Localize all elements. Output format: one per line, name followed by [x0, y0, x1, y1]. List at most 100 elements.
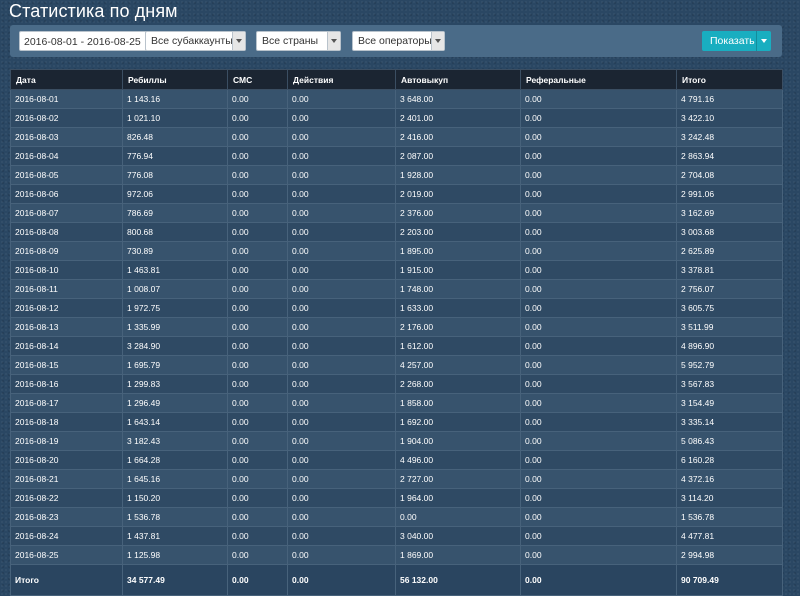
table-cell: 0.00 — [520, 469, 677, 489]
date-range-input[interactable]: 2016-08-01 - 2016-08-25 — [19, 31, 147, 51]
column-header-actions[interactable]: Действия — [287, 69, 396, 90]
table-cell: 0.00 — [227, 393, 288, 413]
table-row: 2016-08-25 1 125.98 0.00 0.00 1 869.00 0.00 2 … — [10, 545, 783, 565]
table-cell: 0.00 — [287, 507, 396, 527]
table-cell: 0.00 — [227, 222, 288, 242]
table-cell: 0.00 — [227, 260, 288, 280]
table-cell: 3 242.48 — [676, 127, 783, 147]
table-row: 2016-08-06 972.06 0.00 0.00 2 019.00 0.00 2 99… — [10, 184, 783, 204]
table-cell: 1 296.49 — [122, 393, 228, 413]
table-cell: 1 633.00 — [395, 298, 521, 318]
table-cell: 0.00 — [227, 431, 288, 451]
table-cell: 0.00 — [520, 108, 677, 128]
operator-select-value: Все операторы — [358, 35, 432, 47]
table-cell: 0.00 — [287, 450, 396, 470]
table-cell: 826.48 — [122, 127, 228, 147]
subaccount-select[interactable]: Все субаккаунты — [145, 31, 246, 51]
table-cell: 0.00 — [227, 412, 288, 432]
table-cell: 0.00 — [227, 165, 288, 185]
table-cell: 2016-08-05 — [10, 165, 123, 185]
table-cell: 0.00 — [520, 545, 677, 565]
column-header-rebills[interactable]: Ребиллы — [122, 69, 228, 90]
table-cell: 4 496.00 — [395, 450, 521, 470]
table-cell: 1 008.07 — [122, 279, 228, 299]
table-cell: 0.00 — [227, 336, 288, 356]
table-cell: 0.00 — [287, 146, 396, 166]
table-cell: 0.00 — [520, 317, 677, 337]
table-cell: 0.00 — [520, 279, 677, 299]
table-row: 2016-08-08 800.68 0.00 0.00 2 203.00 0.00 3 00… — [10, 222, 783, 242]
column-header-date[interactable]: Дата — [10, 69, 123, 90]
table-cell: 0.00 — [227, 507, 288, 527]
table-row: 2016-08-04 776.94 0.00 0.00 2 087.00 0.00 2 86… — [10, 146, 783, 166]
table-cell: 0.00 — [520, 336, 677, 356]
filter-bar: 2016-08-01 - 2016-08-25 Все субаккаунты … — [10, 25, 782, 57]
table-row: 2016-08-23 1 536.78 0.00 0.00 0.00 0.00 1 536.… — [10, 507, 783, 527]
table-row: 2016-08-09 730.89 0.00 0.00 1 895.00 0.00 2 62… — [10, 241, 783, 261]
table-cell: 3 511.99 — [676, 317, 783, 337]
table-row: 2016-08-11 1 008.07 0.00 0.00 1 748.00 0.00 2 … — [10, 279, 783, 299]
table-cell: 2 268.00 — [395, 374, 521, 394]
table-cell: 0.00 — [287, 526, 396, 546]
table-cell: 730.89 — [122, 241, 228, 261]
table-body: 2016-08-01 1 143.16 0.00 0.00 3 648.00 0.00 4 … — [10, 89, 783, 565]
table-cell: 0.00 — [227, 127, 288, 147]
table-cell: 2016-08-19 — [10, 431, 123, 451]
table-cell: 3 114.20 — [676, 488, 783, 508]
table-cell: 1 536.78 — [676, 507, 783, 527]
table-cell: 0.00 — [287, 241, 396, 261]
table-cell: 3 335.14 — [676, 412, 783, 432]
table-cell: 1 299.83 — [122, 374, 228, 394]
table-cell: 2016-08-12 — [10, 298, 123, 318]
operator-select[interactable]: Все операторы — [352, 31, 445, 51]
table-row: 2016-08-03 826.48 0.00 0.00 2 416.00 0.00 3 24… — [10, 127, 783, 147]
table-row: 2016-08-16 1 299.83 0.00 0.00 2 268.00 0.00 3 … — [10, 374, 783, 394]
table-cell: 1 437.81 — [122, 526, 228, 546]
table-row: 2016-08-19 3 182.43 0.00 0.00 1 904.00 0.00 5 … — [10, 431, 783, 451]
table-cell: 0.00 — [520, 450, 677, 470]
table-cell: 1 664.28 — [122, 450, 228, 470]
country-select[interactable]: Все страны — [256, 31, 341, 51]
column-header-sms[interactable]: СМС — [227, 69, 288, 90]
table-cell: 2 203.00 — [395, 222, 521, 242]
table-cell: 1 858.00 — [395, 393, 521, 413]
table-cell: 1 463.81 — [122, 260, 228, 280]
table-cell: 0.00 — [287, 222, 396, 242]
table-cell: 0.00 — [520, 526, 677, 546]
table-cell: 0.00 — [520, 146, 677, 166]
chevron-down-icon — [431, 32, 444, 50]
column-header-autobuyout[interactable]: Автовыкуп — [395, 69, 521, 90]
table-cell: 4 791.16 — [676, 89, 783, 109]
table-cell: 0.00 — [227, 241, 288, 261]
column-header-referral[interactable]: Реферальные — [520, 69, 677, 90]
table-cell: 2016-08-20 — [10, 450, 123, 470]
table-cell: 2016-08-25 — [10, 545, 123, 565]
chevron-down-icon — [327, 32, 340, 50]
table-cell: 1 143.16 — [122, 89, 228, 109]
table-cell: 2016-08-23 — [10, 507, 123, 527]
table-row: 2016-08-12 1 972.75 0.00 0.00 1 633.00 0.00 3 … — [10, 298, 783, 318]
table-cell: 0.00 — [287, 317, 396, 337]
table-cell: 1 335.99 — [122, 317, 228, 337]
table-cell: 0.00 — [520, 507, 677, 527]
table-cell: 0.00 — [520, 241, 677, 261]
show-button[interactable]: Показать — [702, 31, 771, 51]
table-cell: 0.00 — [287, 203, 396, 223]
table-cell: 1 748.00 — [395, 279, 521, 299]
table-row: 2016-08-22 1 150.20 0.00 0.00 1 964.00 0.00 3 … — [10, 488, 783, 508]
table-cell: 3 648.00 — [395, 89, 521, 109]
table-cell: 0.00 — [520, 260, 677, 280]
table-cell: 3 605.75 — [676, 298, 783, 318]
dropdown-caret-icon[interactable] — [756, 31, 771, 51]
table-cell: 2016-08-16 — [10, 374, 123, 394]
table-cell: 2016-08-02 — [10, 108, 123, 128]
table-cell: 2016-08-06 — [10, 184, 123, 204]
table-row: 2016-08-24 1 437.81 0.00 0.00 3 040.00 0.00 4 … — [10, 526, 783, 546]
table-cell: 1 612.00 — [395, 336, 521, 356]
table-cell: 0.00 — [227, 89, 288, 109]
column-header-total[interactable]: Итого — [676, 69, 783, 90]
table-cell: 2016-08-24 — [10, 526, 123, 546]
table-cell: 3 422.10 — [676, 108, 783, 128]
table-cell: 0.00 — [395, 507, 521, 527]
table-cell: 2016-08-13 — [10, 317, 123, 337]
